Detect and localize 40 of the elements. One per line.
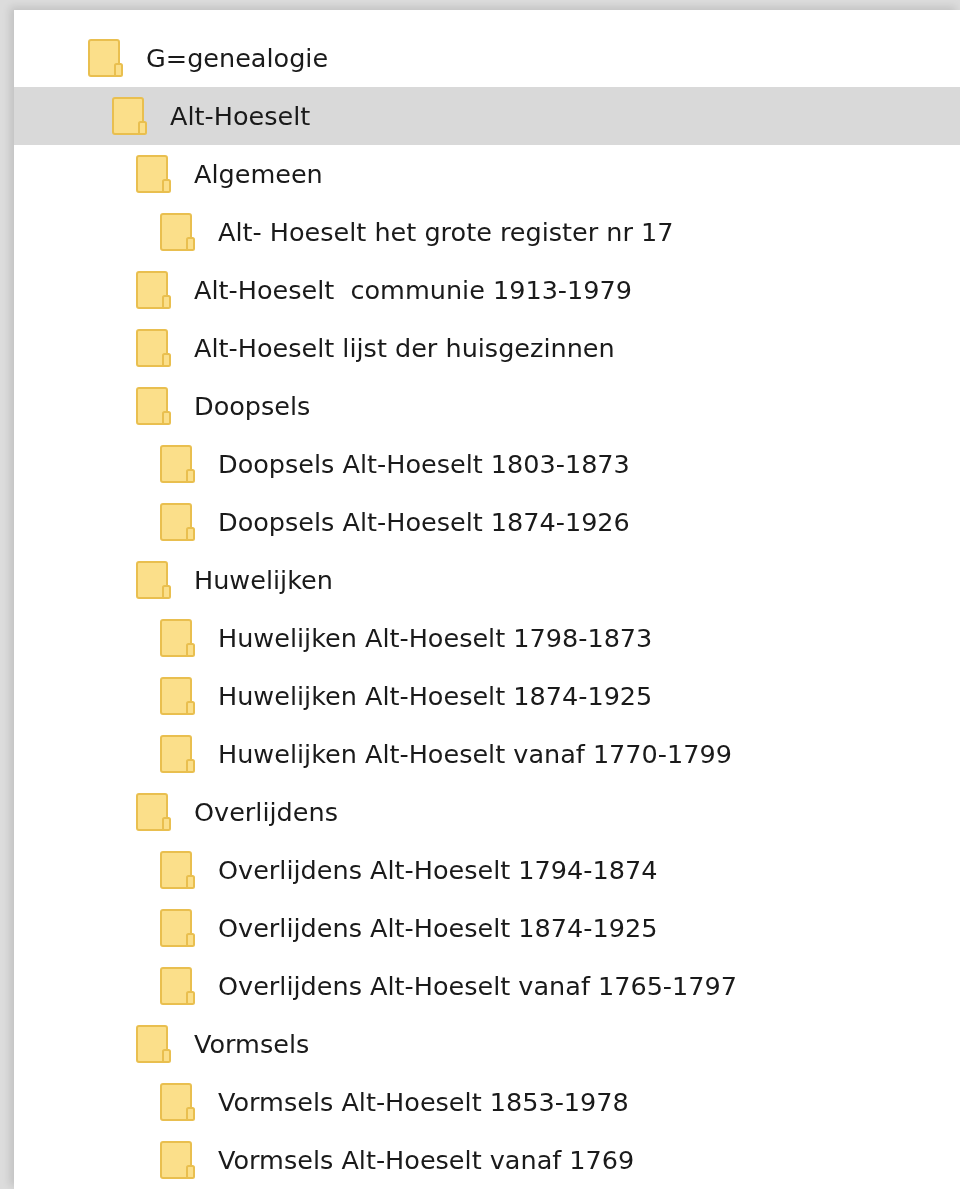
folder-icon — [136, 271, 172, 309]
folder-icon — [112, 97, 148, 135]
folder-icon — [136, 1025, 172, 1063]
folder-item[interactable]: Vormsels Alt-Hoeselt 1853-1978 — [14, 1073, 960, 1131]
folder-icon — [160, 503, 196, 541]
folder-icon — [136, 329, 172, 367]
folder-icon — [160, 851, 196, 889]
folder-icon — [160, 445, 196, 483]
folder-item[interactable]: Overlijdens Alt-Hoeselt 1874-1925 — [14, 899, 960, 957]
folder-icon — [136, 155, 172, 193]
folder-item[interactable]: Doopsels — [14, 377, 960, 435]
folder-icon — [88, 39, 124, 77]
folder-item[interactable]: Huwelijken — [14, 551, 960, 609]
folder-icon — [160, 619, 196, 657]
folder-item[interactable]: Alt-Hoeselt lijst der huisgezinnen — [14, 319, 960, 377]
folder-item[interactable]: Vormsels Alt-Hoeselt vanaf 1769 — [14, 1131, 960, 1189]
folder-icon — [160, 677, 196, 715]
folder-item[interactable]: Overlijdens Alt-Hoeselt 1794-1874 — [14, 841, 960, 899]
folder-item[interactable]: Alt- Hoeselt het grote register nr 17 — [14, 203, 960, 261]
folder-icon — [136, 793, 172, 831]
folder-item[interactable]: Vormsels — [14, 1015, 960, 1073]
folder-item[interactable]: Algemeen — [14, 145, 960, 203]
folder-item[interactable]: Overlijdens Alt-Hoeselt vanaf 1765-1797 — [14, 957, 960, 1015]
folder-icon — [160, 1141, 196, 1179]
folder-item[interactable]: Huwelijken Alt-Hoeselt 1798-1873 — [14, 609, 960, 667]
folder-icon — [160, 1083, 196, 1121]
folder-icon — [160, 909, 196, 947]
folder-item[interactable]: Alt-Hoeselt — [14, 87, 960, 145]
folder-icon — [160, 213, 196, 251]
folder-item[interactable]: Doopsels Alt-Hoeselt 1803-1873 — [14, 435, 960, 493]
folder-item[interactable]: G=genealogie — [14, 29, 960, 87]
folder-item[interactable]: Alt-Hoeselt communie 1913-1979 — [14, 261, 960, 319]
folder-icon — [136, 387, 172, 425]
folder-icon — [160, 735, 196, 773]
folder-icon — [160, 967, 196, 1005]
folder-item[interactable]: Huwelijken Alt-Hoeselt 1874-1925 — [14, 667, 960, 725]
folder-item[interactable]: Huwelijken Alt-Hoeselt vanaf 1770-1799 — [14, 725, 960, 783]
folder-icon — [136, 561, 172, 599]
folder-item[interactable]: Overlijdens — [14, 783, 960, 841]
folder-item[interactable]: Doopsels Alt-Hoeselt 1874-1926 — [14, 493, 960, 551]
